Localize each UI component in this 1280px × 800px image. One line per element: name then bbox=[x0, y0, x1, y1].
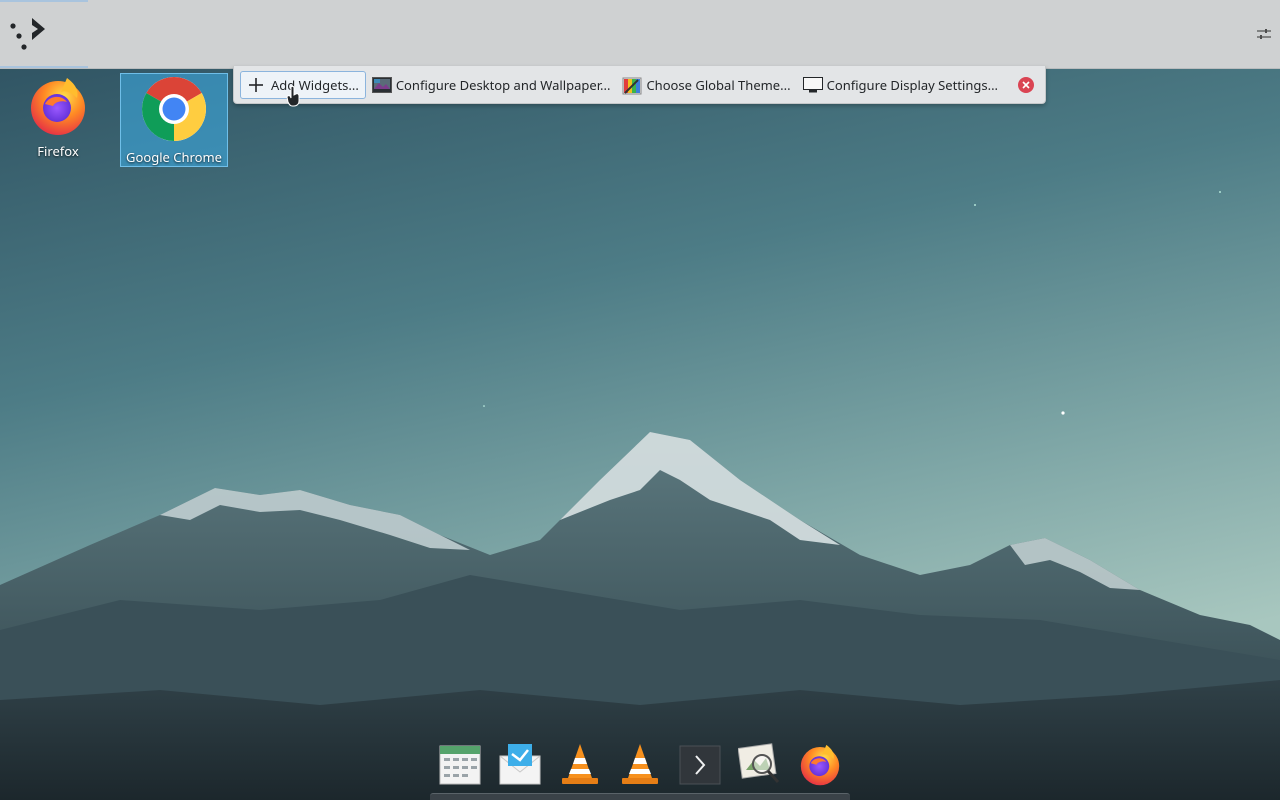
configure-display-button[interactable]: Configure Display Settings... bbox=[797, 71, 1004, 99]
desktop-icon-firefox[interactable]: Firefox bbox=[4, 74, 112, 168]
close-toolbox-button[interactable] bbox=[1018, 76, 1035, 93]
panel-settings-icon[interactable] bbox=[1256, 26, 1272, 42]
vlc-icon bbox=[562, 744, 598, 784]
top-panel bbox=[0, 0, 1280, 69]
calendar-icon bbox=[439, 745, 481, 785]
plus-icon bbox=[247, 77, 265, 93]
image-viewer-icon bbox=[737, 743, 780, 784]
dock-bar bbox=[430, 793, 850, 800]
dock-image-viewer[interactable] bbox=[737, 742, 782, 786]
dock-terminal[interactable] bbox=[678, 742, 722, 786]
add-widgets-label: Add Widgets... bbox=[271, 75, 359, 94]
display-icon bbox=[802, 76, 823, 93]
configure-display-label: Configure Display Settings... bbox=[826, 75, 999, 94]
panel-accent bbox=[0, 0, 88, 2]
desktop-icon-google-chrome[interactable]: Google Chrome bbox=[120, 73, 228, 167]
firefox-icon bbox=[800, 744, 840, 786]
close-icon bbox=[1022, 80, 1030, 89]
choose-global-theme-button[interactable]: Choose Global Theme... bbox=[616, 71, 796, 99]
desktop-toolbox: Add Widgets... Configure Desktop and Wal… bbox=[233, 66, 1046, 104]
desktop-icon-label: Google Chrome bbox=[126, 148, 222, 166]
vlc-icon bbox=[622, 744, 658, 784]
dock-vlc[interactable] bbox=[618, 742, 662, 786]
application-launcher-icon[interactable] bbox=[8, 16, 48, 54]
configure-desktop-label: Configure Desktop and Wallpaper... bbox=[395, 75, 611, 94]
choose-theme-label: Choose Global Theme... bbox=[646, 75, 791, 94]
firefox-icon bbox=[31, 78, 85, 135]
panel-accent bbox=[0, 66, 88, 68]
chrome-icon bbox=[142, 77, 206, 141]
add-widgets-button[interactable]: Add Widgets... bbox=[240, 70, 366, 99]
theme-icon bbox=[622, 77, 642, 94]
dock-vlc[interactable] bbox=[558, 742, 602, 786]
dock-mail[interactable] bbox=[498, 742, 542, 786]
dock-calendar[interactable] bbox=[438, 742, 482, 786]
terminal-icon bbox=[679, 745, 721, 785]
dock bbox=[430, 736, 850, 800]
desktop-icon-label: Firefox bbox=[37, 142, 79, 160]
configure-desktop-button[interactable]: Configure Desktop and Wallpaper... bbox=[366, 71, 617, 99]
mail-icon bbox=[499, 744, 541, 785]
wallpaper-icon bbox=[371, 76, 392, 93]
dock-firefox[interactable] bbox=[798, 742, 842, 786]
